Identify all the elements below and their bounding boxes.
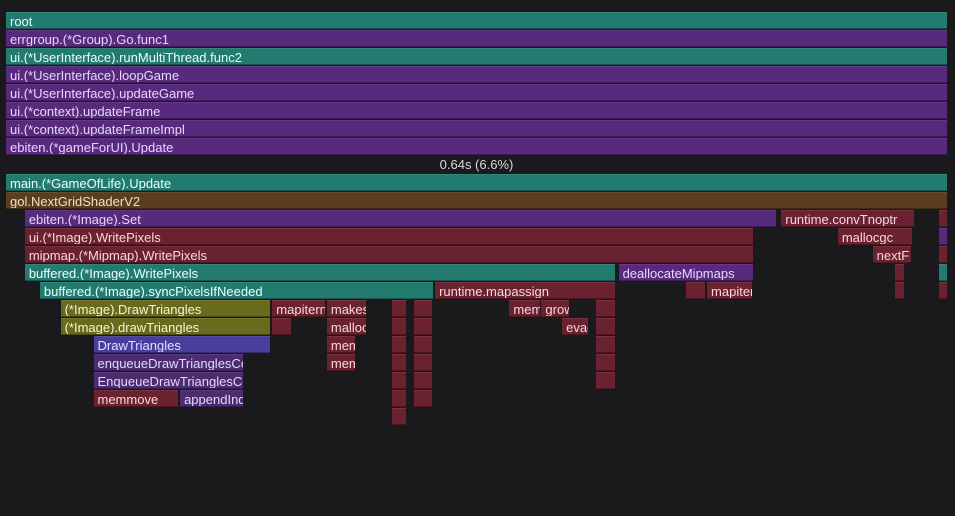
flame-frame[interactable] <box>414 336 432 353</box>
flame-frame[interactable] <box>414 300 432 317</box>
flame-frame[interactable] <box>596 354 615 371</box>
flame-frame[interactable]: mapiterin <box>707 282 752 299</box>
flame-frame[interactable] <box>414 372 432 389</box>
flame-frame[interactable] <box>392 390 406 407</box>
flame-frame[interactable]: enqueueDrawTrianglesCon <box>94 354 244 371</box>
flame-frame[interactable]: memc <box>327 336 355 353</box>
flame-frame[interactable]: ui.(*UserInterface).loopGame <box>6 66 947 83</box>
flame-frame[interactable] <box>939 228 947 245</box>
flame-frame[interactable] <box>392 408 406 425</box>
flame-frame[interactable] <box>939 246 947 263</box>
flame-frame[interactable]: (*Image).DrawTriangles <box>61 300 271 317</box>
flame-frame[interactable] <box>392 318 406 335</box>
flame-frame[interactable]: mallocgc <box>838 228 912 245</box>
flame-frame[interactable]: grow <box>541 300 568 317</box>
flame-frame[interactable] <box>895 264 903 281</box>
flame-frame[interactable]: root <box>6 12 947 29</box>
flame-frame[interactable] <box>392 336 406 353</box>
flame-frame[interactable] <box>414 318 432 335</box>
flame-frame[interactable]: ui.(*UserInterface).updateGame <box>6 84 947 101</box>
flame-frame[interactable] <box>392 354 406 371</box>
flame-frame[interactable] <box>939 264 947 281</box>
flame-frame[interactable]: memh <box>509 300 539 317</box>
flame-frame[interactable] <box>686 282 705 299</box>
flame-frame[interactable]: memmove <box>94 390 179 407</box>
flame-frame[interactable]: (*Image).drawTriangles <box>61 318 271 335</box>
flame-frame[interactable]: appendIndic <box>180 390 243 407</box>
flame-frame[interactable] <box>272 318 291 335</box>
flame-ruler: 0.64s (6.6%) <box>6 156 947 174</box>
flame-frame[interactable]: gol.NextGridShaderV2 <box>6 192 947 209</box>
flame-frame[interactable] <box>596 336 615 353</box>
flame-frame[interactable]: ui.(*context).updateFrame <box>6 102 947 119</box>
flame-frame[interactable] <box>596 372 615 389</box>
flamegraph[interactable]: rooterrgroup.(*Group).Go.func1ui.(*UserI… <box>6 12 947 426</box>
flame-frame[interactable]: buffered.(*Image).syncPixelsIfNeeded <box>40 282 433 299</box>
flame-frame[interactable] <box>895 282 903 299</box>
flame-frame[interactable] <box>392 372 406 389</box>
flame-frame[interactable] <box>939 210 947 227</box>
flame-frame[interactable]: makeslic <box>327 300 367 317</box>
flame-frame[interactable]: nextF <box>873 246 912 263</box>
flame-frame[interactable] <box>939 282 947 299</box>
flame-frame[interactable]: DrawTriangles <box>94 336 271 353</box>
flame-frame[interactable]: mapiternext <box>272 300 325 317</box>
flame-frame[interactable]: ui.(*Image).WritePixels <box>25 228 753 245</box>
flame-frame[interactable]: ebiten.(*gameForUI).Update <box>6 138 947 155</box>
flame-frame[interactable] <box>414 390 432 407</box>
flame-frame[interactable]: memc <box>327 354 355 371</box>
flame-frame[interactable] <box>596 318 615 335</box>
flame-frame[interactable]: runtime.convTnoptr <box>781 210 914 227</box>
flame-frame[interactable]: ebiten.(*Image).Set <box>25 210 776 227</box>
flame-frame[interactable]: buffered.(*Image).WritePixels <box>25 264 615 281</box>
flame-frame[interactable] <box>414 354 432 371</box>
flame-frame[interactable] <box>596 300 615 317</box>
flame-frame[interactable]: errgroup.(*Group).Go.func1 <box>6 30 947 47</box>
flame-frame[interactable]: main.(*GameOfLife).Update <box>6 174 947 191</box>
flame-frame[interactable] <box>392 300 406 317</box>
flame-frame[interactable]: EnqueueDrawTrianglesCon <box>94 372 244 389</box>
flame-frame[interactable]: deallocateMipmaps <box>619 264 754 281</box>
flame-frame[interactable]: ui.(*context).updateFrameImpl <box>6 120 947 137</box>
flame-frame[interactable]: mipmap.(*Mipmap).WritePixels <box>25 246 753 263</box>
flame-frame[interactable]: runtime.mapassign <box>435 282 615 299</box>
flame-frame[interactable]: ui.(*UserInterface).runMultiThread.func2 <box>6 48 947 65</box>
flame-frame[interactable]: mallocgc <box>327 318 367 335</box>
flame-frame[interactable]: evac <box>562 318 587 335</box>
